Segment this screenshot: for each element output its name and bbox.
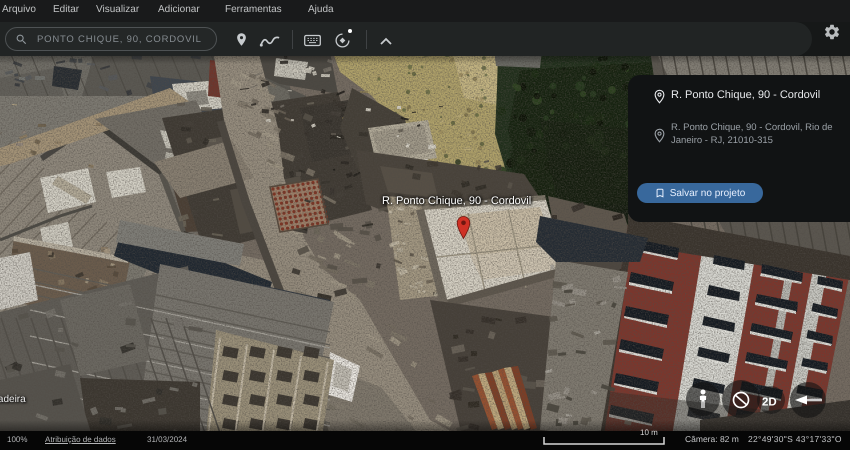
svg-text:2D: 2D [762,397,777,409]
